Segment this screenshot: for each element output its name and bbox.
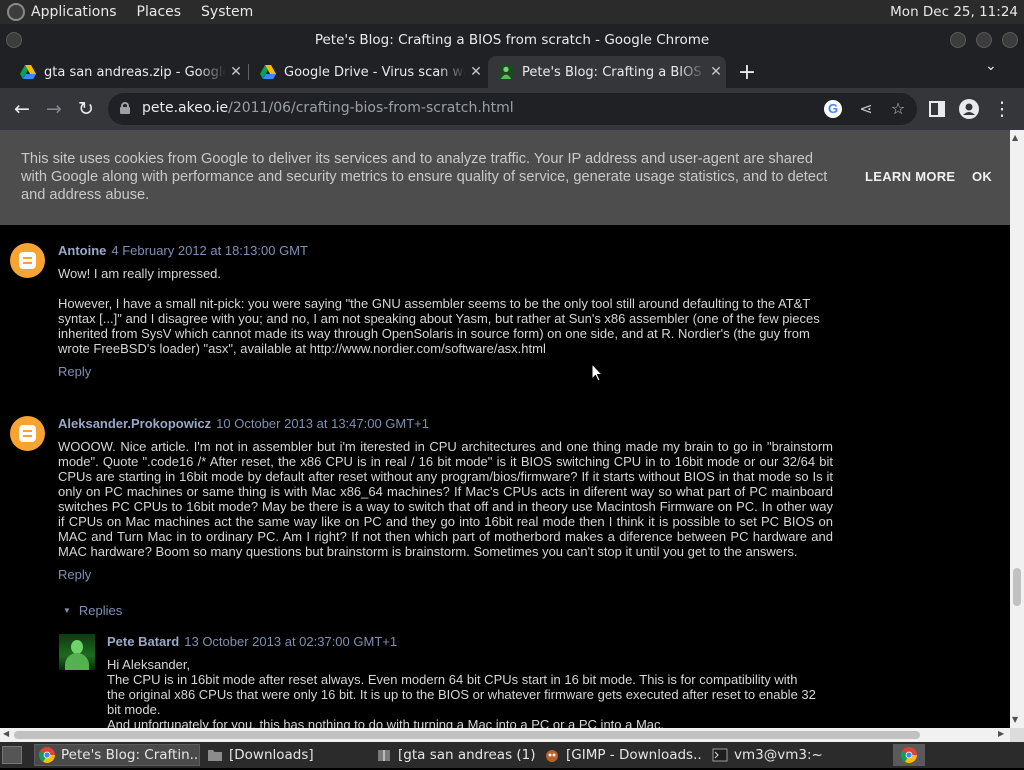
profile-avatar-icon[interactable]	[957, 97, 981, 121]
top-panel: Applications Places System Mon Dec 25, 1…	[0, 0, 1024, 24]
comment-paragraph: Wow! I am really impressed.	[58, 266, 222, 281]
comment-paragraph: However, I have a small nit-pick: you we…	[58, 296, 820, 356]
scroll-down-arrow-icon[interactable]: ▼	[1012, 715, 1018, 724]
comment-header: Aleksander.Prokopowicz 10 October 2013 at…	[58, 416, 429, 431]
comment-header: Antoine 4 February 2012 at 18:13:00 GMT	[58, 243, 308, 258]
new-tab-icon[interactable]: +	[737, 60, 757, 85]
archive-icon	[378, 750, 390, 761]
tray-chrome-icon[interactable]	[893, 744, 925, 766]
distro-logo-icon[interactable]	[7, 3, 25, 21]
vertical-scroll-thumb[interactable]	[1013, 568, 1021, 606]
maximize-icon[interactable]	[976, 32, 992, 48]
tab-petes-blog[interactable]: Pete's Blog: Crafting a BIOS from scratc…	[488, 56, 726, 88]
tab-label: gta san andreas.zip - Google Drive	[44, 64, 226, 80]
reply-paragraph: The CPU is in 16bit mode after reset alw…	[107, 672, 816, 717]
close-tab-icon[interactable]: ✕	[226, 64, 246, 80]
reply-link[interactable]: Reply	[58, 567, 91, 582]
blog-favicon	[499, 65, 513, 79]
cookie-ok-button[interactable]: OK	[972, 169, 992, 184]
task-label: [gta san andreas (1)....	[398, 747, 535, 763]
gimp-icon	[546, 750, 558, 762]
scroll-up-arrow-icon[interactable]: ▲	[1012, 133, 1018, 142]
comment-author[interactable]: Antoine	[58, 243, 106, 258]
window-title: Pete's Blog: Crafting a BIOS from scratc…	[314, 32, 710, 48]
reply-header: Pete Batard 13 October 2013 at 02:37:00 G…	[107, 634, 397, 649]
folder-icon	[208, 750, 222, 761]
task-archive[interactable]: [gta san andreas (1)....	[372, 744, 535, 766]
task-label: Pete's Blog: Craftin...	[61, 747, 200, 763]
url-text[interactable]: pete.akeo.ie/2011/06/crafting-bios-from-…	[142, 100, 514, 116]
tab-label: Pete's Blog: Crafting a BIOS from scratc…	[522, 64, 706, 80]
window-titlebar[interactable]: Pete's Blog: Crafting a BIOS from scratc…	[0, 24, 1024, 56]
cookie-message: This site uses cookies from Google to de…	[21, 151, 828, 203]
reload-icon[interactable]: ↻	[74, 97, 98, 121]
comment-date[interactable]: 4 February 2012 at 18:13:00 GMT	[111, 243, 308, 258]
clock[interactable]: Mon Dec 25, 11:24	[890, 4, 1018, 20]
task-label: [Downloads]	[229, 747, 314, 763]
tab-separator	[248, 64, 249, 80]
address-bar[interactable]: pete.akeo.ie/2011/06/crafting-bios-from-…	[108, 93, 917, 125]
blogger-avatar-icon[interactable]	[10, 243, 45, 278]
tab-search-chevron-icon[interactable]: ⌄	[985, 58, 997, 74]
scrollbar-corner	[1010, 728, 1024, 742]
comment-date[interactable]: 10 October 2013 at 13:47:00 GMT+1	[216, 416, 429, 431]
tab-strip: gta san andreas.zip - Google Drive ✕ Goo…	[0, 56, 1024, 88]
kebab-menu-icon[interactable]: ⋮	[990, 97, 1014, 121]
browser-toolbar: ← → ↻ pete.akeo.ie/2011/06/crafting-bios…	[0, 88, 1024, 130]
task-downloads[interactable]: [Downloads]	[203, 744, 366, 766]
lock-icon[interactable]	[120, 102, 130, 114]
reply-link[interactable]: Reply	[58, 364, 91, 379]
comment-body: Wow! I am really impressed. However, I h…	[58, 266, 833, 356]
reply-paragraph: And unfortunately for you, this has noth…	[107, 717, 665, 728]
menu-system[interactable]: System	[201, 4, 253, 20]
task-terminal[interactable]: vm3@vm3:~	[708, 744, 871, 766]
google-drive-icon	[20, 65, 36, 79]
replies-label: Replies	[78, 603, 123, 618]
tab-gta-san-andreas[interactable]: gta san andreas.zip - Google Drive ✕	[12, 56, 246, 88]
task-label: vm3@vm3:~	[734, 747, 823, 763]
bottom-taskbar: Pete's Blog: Craftin... [Downloads] [gta…	[0, 742, 1024, 768]
menu-places[interactable]: Places	[137, 4, 182, 20]
page-viewport[interactable]: This site uses cookies from Google to de…	[0, 130, 1010, 728]
comment-paragraph: WOOOW. Nice article. I'm not in assemble…	[58, 439, 833, 559]
reply-paragraph: Hi Aleksander,	[107, 657, 191, 672]
reply-body: Hi Aleksander, The CPU is in 16bit mode …	[107, 657, 819, 728]
replies-toggle[interactable]: ▼ Replies	[63, 603, 122, 618]
comment-body: WOOOW. Nice article. I'm not in assemble…	[58, 439, 833, 559]
bookmark-star-icon[interactable]: ☆	[888, 99, 908, 119]
blogger-avatar-icon[interactable]	[10, 416, 45, 451]
chrome-icon	[39, 747, 55, 763]
back-icon[interactable]: ←	[10, 97, 34, 121]
horizontal-scroll-thumb[interactable]	[14, 731, 920, 739]
task-gimp[interactable]: [GIMP - Downloads...	[540, 744, 703, 766]
horizontal-scrollbar[interactable]: ◀ ▶	[0, 728, 1010, 742]
tab-google-drive[interactable]: Google Drive - Virus scan warning ✕	[252, 56, 486, 88]
google-lens-icon[interactable]: G	[824, 100, 842, 118]
show-desktop-icon[interactable]	[2, 746, 22, 764]
scroll-left-arrow-icon[interactable]: ◀	[3, 729, 9, 738]
task-chrome[interactable]: Pete's Blog: Craftin...	[34, 744, 200, 766]
share-icon[interactable]: ⋖	[856, 99, 876, 119]
scroll-right-arrow-icon[interactable]: ▶	[998, 729, 1004, 738]
side-panel-icon[interactable]	[925, 97, 949, 121]
google-drive-icon	[260, 65, 276, 79]
close-window-icon[interactable]	[1002, 32, 1018, 48]
menu-applications[interactable]: Applications	[31, 4, 117, 20]
collapse-triangle-icon: ▼	[63, 606, 71, 615]
terminal-icon	[712, 748, 728, 762]
reply-author[interactable]: Pete Batard	[107, 634, 179, 649]
reply-date[interactable]: 13 October 2013 at 02:37:00 GMT+1	[184, 634, 397, 649]
mouse-cursor-icon	[591, 363, 603, 382]
vertical-scrollbar[interactable]: ▲ ▼	[1010, 130, 1024, 728]
learn-more-button[interactable]: LEARN MORE	[865, 169, 955, 184]
tab-label: Google Drive - Virus scan warning	[284, 64, 466, 80]
pete-batard-avatar[interactable]	[59, 634, 95, 670]
cookie-banner: This site uses cookies from Google to de…	[0, 130, 1010, 225]
comment-author[interactable]: Aleksander.Prokopowicz	[58, 416, 211, 431]
forward-icon[interactable]: →	[42, 97, 66, 121]
close-tab-icon[interactable]: ✕	[706, 64, 726, 80]
task-label: [GIMP - Downloads...	[566, 747, 703, 763]
minimize-icon[interactable]	[950, 32, 966, 48]
close-tab-icon[interactable]: ✕	[466, 64, 486, 80]
